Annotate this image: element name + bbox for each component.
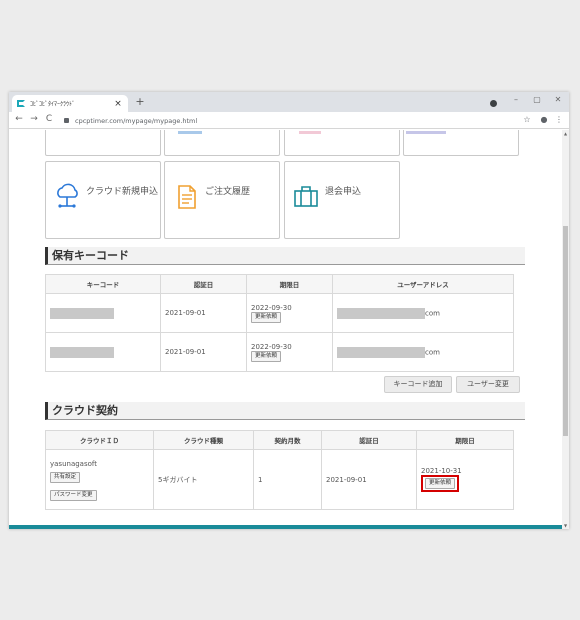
keycodes-table: キーコード 認証日 期限日 ユーザーアドレス 2021-09-01 2022-0…	[45, 274, 514, 372]
cloud-contract-heading: クラウド契約	[45, 402, 525, 420]
table-row: 2021-09-01 2022-09-30 更新依頼 com	[45, 332, 514, 372]
maximize-button[interactable]: ▢	[530, 95, 544, 104]
reload-button[interactable]: C	[44, 114, 54, 124]
footer-band	[9, 525, 562, 529]
minimize-button[interactable]: –	[509, 95, 523, 104]
cloud-id: yasunagasoft	[50, 460, 97, 468]
card-icon-fragment	[299, 131, 321, 134]
column-header: ユーザーアドレス	[332, 274, 514, 294]
card-icon-fragment	[406, 131, 446, 134]
back-button[interactable]: ←	[14, 114, 24, 124]
menu-card-label: ご注文履歴	[205, 187, 251, 197]
column-header: クラウド種類	[153, 430, 254, 450]
cloud-id-cell: yasunagasoft 共有設定 パスワード変更	[45, 449, 154, 510]
highlight-box: 更新依頼	[421, 475, 460, 492]
browser-window: ｺﾋﾟｺﾋﾟﾀｲﾏｰｸﾗｳﾄﾞ × + – ▢ ✕ ← → C cpcptime…	[9, 92, 569, 529]
cloud-type-cell: 5ギガバイト	[153, 449, 254, 510]
user-address-cell: com	[332, 293, 514, 333]
tab-strip: ｺﾋﾟｺﾋﾟﾀｲﾏｰｸﾗｳﾄﾞ × + – ▢ ✕	[9, 92, 569, 112]
add-keycode-button[interactable]: キーコード追加	[384, 376, 452, 393]
redacted-keycode	[50, 307, 114, 319]
expiry-date: 2021-10-31	[421, 467, 462, 475]
column-header: 期限日	[246, 274, 333, 294]
keycode-cell	[45, 332, 161, 372]
browser-menu-icon[interactable]: ⋮	[554, 115, 564, 124]
menu-card-top-4[interactable]	[403, 130, 519, 156]
menu-card-label: 退会申込	[325, 187, 362, 197]
user-address-cell: com	[332, 332, 514, 372]
tab-close-icon[interactable]: ×	[113, 99, 123, 109]
url-text[interactable]: cpcptimer.com/mypage/mypage.html	[75, 117, 197, 125]
scroll-thumb[interactable]	[563, 226, 568, 436]
card-icon-fragment	[178, 131, 202, 134]
email-suffix: com	[425, 348, 440, 356]
scroll-up-arrow-icon[interactable]: ▲	[562, 131, 569, 136]
redacted-email	[337, 307, 425, 319]
menu-card-label: クラウド新規申込	[86, 187, 159, 197]
cloud-upload-icon	[57, 183, 78, 208]
column-header: 認証日	[160, 274, 247, 294]
keycodes-heading: 保有キーコード	[45, 247, 525, 265]
keycode-cell	[45, 293, 161, 333]
expiry-cell: 2021-10-31 更新依頼	[416, 449, 514, 510]
scroll-down-arrow-icon[interactable]: ▼	[562, 523, 569, 528]
page-scrollbar[interactable]: ▲ ▼	[562, 130, 569, 529]
renew-request-button[interactable]: 更新依頼	[251, 350, 282, 362]
auth-date-cell: 2021-09-01	[160, 332, 247, 372]
auth-date-cell: 2021-09-01	[321, 449, 417, 510]
column-header: 契約月数	[253, 430, 322, 450]
table-header-row: キーコード 認証日 期限日 ユーザーアドレス	[45, 274, 514, 294]
auth-date-cell: 2021-09-01	[160, 293, 247, 333]
menu-card-top-2[interactable]	[164, 130, 280, 156]
briefcase-icon	[294, 186, 318, 207]
redacted-email	[337, 346, 425, 358]
lock-icon	[64, 118, 69, 123]
bookmark-star-icon[interactable]: ☆	[522, 115, 532, 124]
user-change-button[interactable]: ユーザー変更	[456, 376, 520, 393]
expiry-date: 2022-09-30	[251, 342, 292, 351]
table-header-row: クラウドＩＤ クラウド種類 契約月数 認証日 期限日	[45, 430, 514, 450]
new-tab-button[interactable]: +	[133, 95, 147, 108]
expiry-cell: 2022-09-30 更新依頼	[246, 293, 333, 333]
order-history-icon	[178, 185, 196, 209]
column-header: キーコード	[45, 274, 161, 294]
browser-tab[interactable]: ｺﾋﾟｺﾋﾟﾀｲﾏｰｸﾗｳﾄﾞ ×	[12, 95, 128, 112]
menu-card-order-history[interactable]: ご注文履歴	[164, 161, 280, 239]
site-favicon-icon	[17, 100, 25, 107]
menu-card-top-3[interactable]	[284, 130, 400, 156]
record-icon[interactable]	[490, 100, 497, 107]
renew-request-button[interactable]: 更新依頼	[251, 311, 282, 323]
redacted-keycode	[50, 346, 114, 358]
cloud-contract-table: クラウドＩＤ クラウド種類 契約月数 認証日 期限日 yasunagasoft …	[45, 430, 514, 510]
menu-card-top-1[interactable]	[45, 130, 161, 156]
column-header: 期限日	[416, 430, 514, 450]
address-bar[interactable]: cpcptimer.com/mypage/mypage.html	[61, 114, 519, 127]
page-viewport: クラウド新規申込 ご注文履歴 退会申込 保有キーコード キーコード 認証日 期限…	[9, 130, 569, 529]
expiry-date: 2022-09-30	[251, 303, 292, 312]
email-suffix: com	[425, 309, 440, 317]
browser-toolbar: ← → C cpcptimer.com/mypage/mypage.html ☆…	[9, 112, 569, 129]
contract-months-cell: 1	[253, 449, 322, 510]
profile-icon[interactable]: ●	[539, 115, 549, 124]
column-header: クラウドＩＤ	[45, 430, 154, 450]
table-row: 2021-09-01 2022-09-30 更新依頼 com	[45, 293, 514, 333]
change-password-button[interactable]: パスワード変更	[50, 490, 97, 501]
menu-card-withdrawal[interactable]: 退会申込	[284, 161, 400, 239]
renew-request-button[interactable]: 更新依頼	[425, 478, 456, 489]
tab-title: ｺﾋﾟｺﾋﾟﾀｲﾏｰｸﾗｳﾄﾞ	[30, 101, 76, 108]
menu-card-cloud-signup[interactable]: クラウド新規申込	[45, 161, 161, 239]
share-settings-button[interactable]: 共有設定	[50, 472, 81, 483]
column-header: 認証日	[321, 430, 417, 450]
close-window-button[interactable]: ✕	[551, 95, 565, 104]
expiry-cell: 2022-09-30 更新依頼	[246, 332, 333, 372]
forward-button[interactable]: →	[29, 114, 39, 124]
table-row: yasunagasoft 共有設定 パスワード変更 5ギガバイト 1 2021-…	[45, 449, 514, 510]
